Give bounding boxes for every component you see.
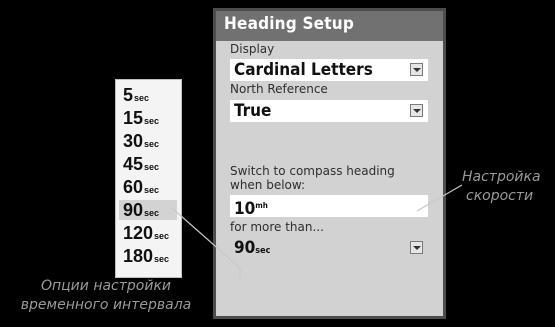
time-option-value: 120 <box>123 223 154 243</box>
duration-unit: sec <box>255 246 271 256</box>
time-option-60[interactable]: 60sec <box>123 177 159 197</box>
title-bar: Heading Setup <box>216 11 443 41</box>
time-option-unit: sec <box>144 162 160 172</box>
time-options-callout-line1: Опции настройки <box>40 278 172 294</box>
time-option-90-selected[interactable]: 90sec <box>119 200 177 220</box>
time-option-unit: sec <box>154 254 170 264</box>
time-option-45[interactable]: 45sec <box>123 154 159 174</box>
time-option-unit: sec <box>144 185 160 195</box>
dropdown-arrow-icon[interactable] <box>410 241 423 254</box>
speed-callout: Настройка скорости <box>462 168 541 206</box>
dropdown-arrow-icon[interactable] <box>410 104 423 117</box>
time-option-unit: sec <box>144 208 160 218</box>
time-option-180[interactable]: 180sec <box>123 246 169 266</box>
time-option-120[interactable]: 120sec <box>123 223 169 243</box>
time-option-30[interactable]: 30sec <box>123 131 159 151</box>
heading-setup-screen: Heading Setup Display Cardinal Letters N… <box>213 8 446 319</box>
switch-heading-label-line1: Switch to compass heading <box>230 164 395 178</box>
duration-select[interactable]: 90sec <box>230 237 428 259</box>
duration-value: 90 <box>234 238 256 258</box>
time-option-unit: sec <box>154 231 170 241</box>
speed-threshold-text: 10mh <box>234 195 268 220</box>
duration-label: for more than... <box>230 220 324 234</box>
display-label: Display <box>230 42 275 56</box>
speed-threshold-field[interactable]: 10mh <box>230 195 428 220</box>
time-options-callout: Опции настройки временного интервала <box>0 277 212 315</box>
time-option-unit: sec <box>134 93 150 103</box>
time-option-value: 180 <box>123 246 154 266</box>
time-option-5[interactable]: 5sec <box>123 85 149 105</box>
switch-heading-label-line2: when below: <box>230 178 306 192</box>
time-option-value: 45 <box>123 154 144 174</box>
speed-callout-line1: Настройка <box>462 169 541 185</box>
north-reference-label: North Reference <box>230 82 328 96</box>
time-option-value: 60 <box>123 177 144 197</box>
time-option-unit: sec <box>144 139 160 149</box>
time-option-unit: sec <box>144 116 160 126</box>
time-options-callout-line2: временного интервала <box>20 297 192 313</box>
time-option-15[interactable]: 15sec <box>123 108 159 128</box>
dropdown-arrow-icon[interactable] <box>410 63 423 76</box>
duration-text: 90sec <box>234 237 270 262</box>
time-interval-options-list: 5sec 15sec 30sec 45sec 60sec 90sec 120se… <box>115 79 182 278</box>
speed-callout-line2: скорости <box>466 188 534 204</box>
speed-value: 10 <box>234 199 256 219</box>
north-reference-value: True <box>234 101 272 121</box>
time-option-value: 15 <box>123 108 144 128</box>
time-option-value: 5 <box>123 85 134 105</box>
speed-unit: mh <box>255 201 268 210</box>
time-option-value: 30 <box>123 131 144 151</box>
page-title: Heading Setup <box>224 14 354 34</box>
north-reference-select[interactable]: True <box>230 100 428 122</box>
display-select[interactable]: Cardinal Letters <box>230 59 428 81</box>
time-option-value: 90 <box>123 200 144 220</box>
display-value: Cardinal Letters <box>234 60 373 80</box>
